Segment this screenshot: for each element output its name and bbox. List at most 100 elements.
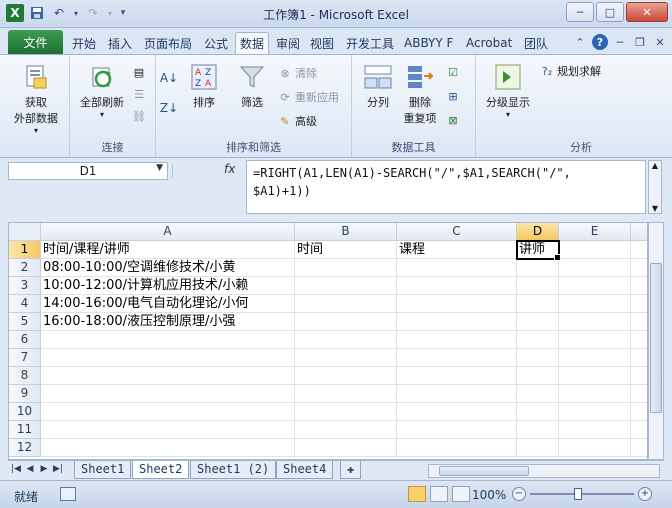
tab-developer[interactable]: 开发工具 bbox=[342, 32, 398, 54]
sheet-tab[interactable]: Sheet2 bbox=[132, 461, 190, 479]
tab-insert[interactable]: 插入 bbox=[104, 32, 136, 54]
minimize-button[interactable]: ─ bbox=[566, 2, 594, 22]
cell-c12[interactable] bbox=[397, 439, 517, 457]
data-validation-icon[interactable]: ☑ bbox=[446, 65, 460, 79]
cell-d1[interactable]: 讲师 bbox=[516, 240, 561, 261]
solver-button[interactable]: ?₂ 规划求解 bbox=[540, 63, 601, 79]
cell-d8[interactable] bbox=[517, 367, 559, 385]
edit-links-icon[interactable]: ⛓ bbox=[132, 109, 146, 123]
cell-a6[interactable] bbox=[41, 331, 295, 349]
cell-b12[interactable] bbox=[295, 439, 397, 457]
reapply-button[interactable]: ⟳ 重新应用 bbox=[278, 89, 339, 105]
column-header-d[interactable]: D bbox=[517, 223, 559, 241]
vertical-scrollbar[interactable] bbox=[648, 222, 664, 460]
horizontal-scroll-thumb[interactable] bbox=[439, 466, 529, 476]
cell-filler[interactable] bbox=[631, 241, 647, 259]
what-if-analysis-icon[interactable]: ⊠ bbox=[446, 113, 460, 127]
zoom-level[interactable]: 100% bbox=[472, 488, 506, 502]
cell-c3[interactable] bbox=[397, 277, 517, 295]
cell-d6[interactable] bbox=[517, 331, 559, 349]
cell-d3[interactable] bbox=[517, 277, 559, 295]
row-header[interactable]: 3 bbox=[9, 277, 41, 295]
cell-e5[interactable] bbox=[559, 313, 631, 331]
cell-filler[interactable] bbox=[631, 331, 647, 349]
cell-c8[interactable] bbox=[397, 367, 517, 385]
cell-c5[interactable] bbox=[397, 313, 517, 331]
cell-filler[interactable] bbox=[631, 403, 647, 421]
cell-b11[interactable] bbox=[295, 421, 397, 439]
cell-c10[interactable] bbox=[397, 403, 517, 421]
tab-file[interactable]: 文件 bbox=[8, 30, 63, 54]
window-minimize-icon[interactable]: ─ bbox=[612, 34, 628, 50]
cell-filler[interactable] bbox=[631, 421, 647, 439]
cell-e8[interactable] bbox=[559, 367, 631, 385]
sheet-tab[interactable]: Sheet1 bbox=[74, 461, 132, 479]
cell-b2[interactable] bbox=[295, 259, 397, 277]
cell-b8[interactable] bbox=[295, 367, 397, 385]
cell-b3[interactable] bbox=[295, 277, 397, 295]
row-header[interactable]: 5 bbox=[9, 313, 41, 331]
cell-e1[interactable] bbox=[559, 241, 631, 259]
cell-filler[interactable] bbox=[631, 439, 647, 457]
cell-a7[interactable] bbox=[41, 349, 295, 367]
cell-e4[interactable] bbox=[559, 295, 631, 313]
chevron-up-icon[interactable]: ▲ bbox=[652, 161, 658, 170]
cell-e7[interactable] bbox=[559, 349, 631, 367]
cell-e6[interactable] bbox=[559, 331, 631, 349]
cell-c9[interactable] bbox=[397, 385, 517, 403]
maximize-button[interactable]: □ bbox=[596, 2, 624, 22]
row-header[interactable]: 11 bbox=[9, 421, 41, 439]
vertical-scroll-thumb[interactable] bbox=[650, 263, 662, 413]
row-header[interactable]: 8 bbox=[9, 367, 41, 385]
cell-b5[interactable] bbox=[295, 313, 397, 331]
page-layout-view-button[interactable] bbox=[430, 486, 448, 502]
tab-acrobat[interactable]: Acrobat bbox=[462, 32, 516, 54]
sort-descending-icon[interactable]: Z↓ bbox=[160, 101, 178, 115]
cell-filler[interactable] bbox=[631, 277, 647, 295]
macro-record-icon[interactable] bbox=[60, 487, 76, 501]
cell-d9[interactable] bbox=[517, 385, 559, 403]
tab-team[interactable]: 团队 bbox=[520, 32, 552, 54]
chevron-down-icon[interactable]: ▼ bbox=[156, 163, 163, 173]
cell-d7[interactable] bbox=[517, 349, 559, 367]
row-header[interactable]: 10 bbox=[9, 403, 41, 421]
column-header-e[interactable]: E bbox=[559, 223, 631, 241]
cell-d12[interactable] bbox=[517, 439, 559, 457]
cell-e11[interactable] bbox=[559, 421, 631, 439]
cell-d4[interactable] bbox=[517, 295, 559, 313]
properties-icon[interactable]: ☰ bbox=[132, 87, 146, 101]
cell-filler[interactable] bbox=[631, 349, 647, 367]
outline-button[interactable]: 分级显示 ▾ bbox=[480, 63, 536, 119]
cell-c4[interactable] bbox=[397, 295, 517, 313]
cell-e2[interactable] bbox=[559, 259, 631, 277]
cell-filler[interactable] bbox=[631, 367, 647, 385]
page-break-view-button[interactable] bbox=[452, 486, 470, 502]
zoom-knob[interactable] bbox=[574, 488, 582, 500]
minimize-ribbon-icon[interactable]: ⌃ bbox=[572, 34, 588, 50]
cell-c6[interactable] bbox=[397, 331, 517, 349]
cell-e9[interactable] bbox=[559, 385, 631, 403]
prev-sheet-icon[interactable]: ◀ bbox=[24, 464, 36, 474]
tab-home[interactable]: 开始 bbox=[68, 32, 100, 54]
column-header-a[interactable]: A bbox=[41, 223, 295, 241]
help-icon[interactable]: ? bbox=[592, 34, 608, 50]
cell-e3[interactable] bbox=[559, 277, 631, 295]
cell-d10[interactable] bbox=[517, 403, 559, 421]
cell-b7[interactable] bbox=[295, 349, 397, 367]
row-header[interactable]: 1 bbox=[9, 241, 41, 259]
cell-e10[interactable] bbox=[559, 403, 631, 421]
advanced-filter-button[interactable]: ✎ 高级 bbox=[278, 113, 317, 129]
zoom-out-button[interactable]: − bbox=[512, 487, 526, 501]
window-close-icon[interactable]: ✕ bbox=[652, 34, 668, 50]
row-header[interactable]: 12 bbox=[9, 439, 41, 457]
row-header[interactable]: 4 bbox=[9, 295, 41, 313]
row-header[interactable]: 7 bbox=[9, 349, 41, 367]
cell-a8[interactable] bbox=[41, 367, 295, 385]
remove-duplicates-button[interactable]: 删除 重复项 bbox=[398, 63, 442, 126]
formula-bar-scroll[interactable]: ▲ ▼ bbox=[648, 160, 662, 214]
cell-a9[interactable] bbox=[41, 385, 295, 403]
cell-c2[interactable] bbox=[397, 259, 517, 277]
normal-view-button[interactable] bbox=[408, 486, 426, 502]
cell-a5[interactable]: 16:00-18:00/液压控制原理/小强 bbox=[41, 313, 295, 331]
window-restore-icon[interactable]: ❐ bbox=[632, 34, 648, 50]
